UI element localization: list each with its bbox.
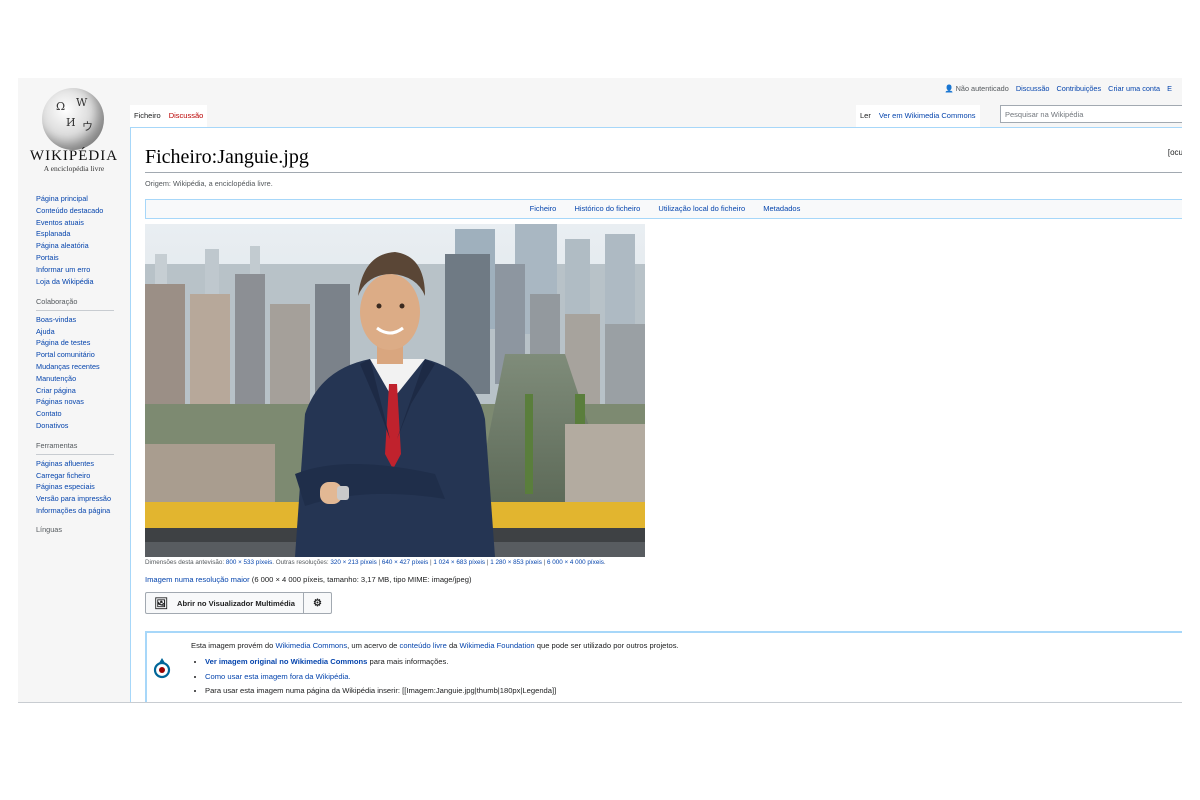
user-icon: 👤 (944, 84, 954, 93)
sidebar-item-paginas-novas[interactable]: Páginas novas (36, 396, 114, 408)
free-content-link[interactable]: conteúdo livre (400, 641, 447, 650)
list-item: Como usar esta imagem fora da Wikipédia. (205, 670, 556, 685)
sidebar-item-contato[interactable]: Contato (36, 408, 114, 420)
sidebar-item-versao-para-impressao[interactable]: Versão para impressão (36, 493, 114, 505)
browser-screen: Ω W И ウ WIKIPÉDIA A enciclopédia livre P… (18, 78, 1182, 718)
site-subtitle: Origem: Wikipédia, a enciclopédia livre. (145, 179, 273, 188)
sidebar-item-portal-comunitario[interactable]: Portal comunitário (36, 349, 114, 361)
talk-link[interactable]: Discussão (1016, 84, 1050, 93)
sidebar-item-criar-pagina[interactable]: Criar página (36, 385, 114, 397)
usage-instructions: Para usar esta imagem numa página da Wik… (205, 686, 557, 695)
sidebar-item-pagina-principal[interactable]: Página principal (36, 193, 103, 205)
sidebar-item-loja-da-wikipedia[interactable]: Loja da Wikipédia (36, 276, 103, 288)
sidebar-item-portais[interactable]: Portais (36, 252, 103, 264)
puzzle-globe-icon: Ω W И ウ (42, 88, 104, 150)
intro-text-c: da (448, 641, 458, 650)
sidebar-collaboration: Colaboração Boas-vindas Ajuda Página de te… (36, 287, 114, 432)
sidebar-item-informar-um-erro[interactable]: Informar um erro (36, 264, 103, 276)
sidebar-item-paginas-especiais[interactable]: Páginas especiais (36, 481, 114, 493)
status-bar (18, 702, 1182, 718)
toc-usage[interactable]: Utilização local do ficheiro (658, 204, 745, 213)
tab-read[interactable]: Ler (856, 105, 875, 127)
sidebar-item-pagina-de-testes[interactable]: Página de testes (36, 337, 114, 349)
preview-dimensions: Dimensões desta antevisão: 800 × 533 píx… (145, 559, 606, 566)
main-content: Ficheiro:Janguie.jpg [ocu Origem: Wikipé… (130, 127, 1182, 718)
collab-heading: Colaboração (36, 296, 114, 311)
view-original-link[interactable]: Ver imagem original no Wikimedia Commons (205, 657, 367, 666)
tab-discussion[interactable]: Discussão (164, 105, 208, 127)
sidebar-item-pagina-aleatoria[interactable]: Página aleatória (36, 240, 103, 252)
dims-prefix: Dimensões desta antevisão: (145, 559, 225, 566)
sidebar-tools: Ferramentas Páginas afluentes Carregar fi… (36, 431, 114, 517)
namespace-tabs: Ficheiro Discussão (130, 105, 208, 127)
res-640-link[interactable]: 640 × 427 píxeis (382, 559, 428, 566)
wordmark: WIKIPÉDIA (29, 148, 119, 164)
create-account-link[interactable]: Criar uma conta (1108, 84, 1160, 93)
sidebar-item-conteudo-destacado[interactable]: Conteúdo destacado (36, 205, 103, 217)
intro-text-a: Esta imagem provém do (191, 641, 274, 650)
sidebar-item-ajuda[interactable]: Ajuda (36, 326, 114, 338)
search-input[interactable]: Pesquisar na Wikipédia (1000, 105, 1182, 123)
file-image[interactable] (145, 224, 645, 557)
page-title: Ficheiro:Janguie.jpg (145, 146, 309, 168)
b1-rest: para mais informações. (367, 657, 449, 666)
login-link[interactable]: E (1167, 84, 1172, 93)
file-toc: Ficheiro Histórico do ficheiro Utilizaçã… (145, 199, 1182, 219)
intro-text-d: que pode ser utilizado por outros projet… (536, 641, 679, 650)
res-320-link[interactable]: 320 × 213 píxeis (330, 559, 376, 566)
dims-others: . Outras resoluções: (272, 559, 329, 566)
res-1024-link[interactable]: 1 024 × 683 píxeis (433, 559, 485, 566)
view-tabs: Ler Ver em Wikimedia Commons (856, 105, 980, 127)
list-item: Ver imagem original no Wikimedia Commons… (205, 655, 556, 670)
dims-preview-link[interactable]: 800 × 533 píxeis (226, 559, 272, 566)
list-item: Para usar esta imagem numa página da Wik… (205, 684, 556, 699)
media-viewer-button-group: 🖼 Abrir no Visualizador Multimédia ⚙ (145, 592, 332, 614)
res-6000-link[interactable]: 6 000 × 4 000 píxeis (547, 559, 604, 566)
sidebar-item-manutencao[interactable]: Manutenção (36, 373, 114, 385)
intro-text-b: , um acervo de (347, 641, 398, 650)
wikipedia-logo[interactable]: Ω W И ウ WIKIPÉDIA A enciclopédia livre (18, 78, 130, 190)
tab-file[interactable]: Ficheiro (130, 105, 165, 127)
toc-file[interactable]: Ficheiro (530, 204, 557, 213)
settings-gear-icon[interactable]: ⚙ (304, 593, 331, 613)
toc-history[interactable]: Histórico do ficheiro (574, 204, 640, 213)
sidebar-item-paginas-afluentes[interactable]: Páginas afluentes (36, 458, 114, 470)
tools-heading: Ferramentas (36, 440, 114, 455)
res-1280-link[interactable]: 1 280 × 853 píxeis (490, 559, 542, 566)
wikimedia-commons-link[interactable]: Wikimedia Commons (275, 641, 347, 650)
sidebar-item-mudancas-recentes[interactable]: Mudanças recentes (36, 361, 114, 373)
image-icon: 🖼 (154, 597, 168, 610)
sidebar-item-eventos-atuais[interactable]: Eventos atuais (36, 217, 103, 229)
media-viewer-label: Abrir no Visualizador Multimédia (176, 598, 295, 608)
languages-section: Línguas ⚙ (36, 523, 138, 534)
sidebar-item-esplanada[interactable]: Esplanada (36, 228, 103, 240)
commons-list: Ver imagem original no Wikimedia Commons… (191, 655, 556, 699)
open-media-viewer-button[interactable]: 🖼 Abrir no Visualizador Multimédia (146, 593, 304, 613)
hide-link[interactable]: [ocu (1168, 148, 1182, 157)
how-to-use-link[interactable]: Como usar esta imagem fora da Wikipédia. (205, 672, 351, 681)
personal-tools: 👤 Não autenticado Discussão Contribuições… (940, 84, 1172, 93)
sidebar-item-informacoes-da-pagina[interactable]: Informações da página (36, 505, 114, 517)
toc-metadata[interactable]: Metadados (763, 204, 800, 213)
languages-heading: Línguas (36, 525, 62, 534)
dims-end: . (603, 559, 606, 566)
not-logged-in: Não autenticado (955, 84, 1009, 93)
commons-intro: Esta imagem provém do Wikimedia Commons,… (191, 641, 679, 650)
file-details: (6 000 × 4 000 píxeis, tamanho: 3,17 MB,… (251, 575, 472, 584)
sidebar-item-donativos[interactable]: Donativos (36, 420, 114, 432)
commons-logo-icon (153, 658, 171, 679)
tab-view-commons[interactable]: Ver em Wikimedia Commons (874, 105, 980, 127)
wikimedia-foundation-link[interactable]: Wikimedia Foundation (460, 641, 535, 650)
title-divider (145, 172, 1182, 173)
sidebar-item-boas-vindas[interactable]: Boas-vindas (36, 314, 114, 326)
contributions-link[interactable]: Contribuições (1057, 84, 1102, 93)
sidebar-item-carregar-ficheiro[interactable]: Carregar ficheiro (36, 470, 114, 482)
full-resolution: Imagem numa resolução maior (6 000 × 4 0… (145, 575, 472, 584)
full-resolution-link[interactable]: Imagem numa resolução maior (145, 575, 250, 584)
tagline: A enciclopédia livre (43, 164, 105, 173)
sidebar-navigation: Página principal Conteúdo destacado Evento… (36, 193, 103, 287)
